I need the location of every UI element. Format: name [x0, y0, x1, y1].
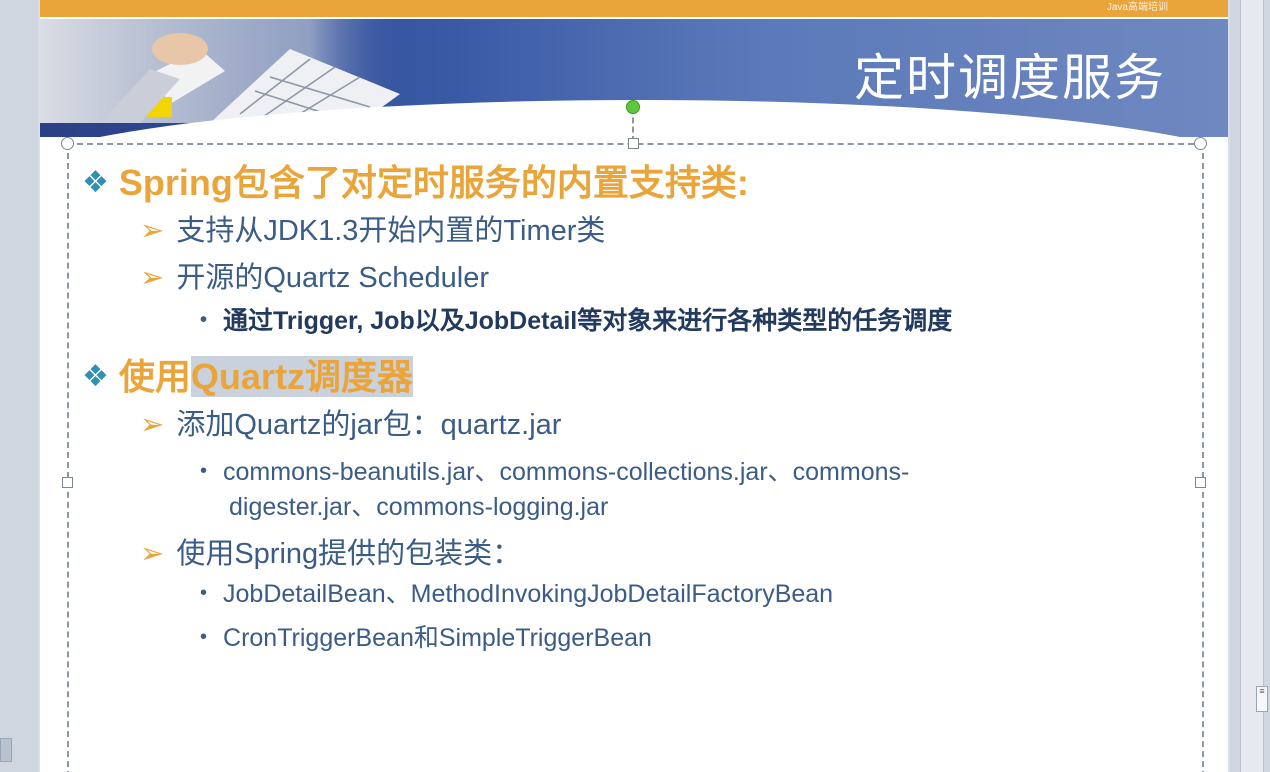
resize-handle-right[interactable]	[1195, 477, 1206, 488]
list-item[interactable]: ➢ 添加Quartz的jar包：quartz.jar	[140, 401, 561, 443]
dot-icon: •	[200, 309, 208, 331]
arrow-right-icon: ➢	[140, 409, 165, 441]
rotation-handle[interactable]	[626, 100, 640, 114]
list-item[interactable]: ➢ 使用Spring提供的包装类：	[140, 530, 521, 572]
resize-handle-left[interactable]	[62, 477, 73, 488]
dot-icon: •	[200, 460, 208, 482]
keyboard-photo-icon	[40, 19, 400, 123]
list-subitem[interactable]: • 通过Trigger, Job以及JobDetail等对象来进行各种类型的任务调…	[200, 301, 952, 337]
slide-top-bar: Java高端培训	[40, 0, 1228, 17]
heading-spring-support[interactable]: ❖ Spring包含了对定时服务的内置支持类:	[82, 154, 749, 206]
list-item[interactable]: ➢ 支持从JDK1.3开始内置的Timer类	[140, 207, 605, 249]
left-scroll-marker[interactable]	[0, 738, 12, 762]
list-subitem[interactable]: • JobDetailBean、MethodInvokingJobDetailFa…	[200, 574, 833, 610]
slide-canvas[interactable]: Java高端培训 定时调度服务 ❖ Spring包含了对定时服务的内置支持类: …	[40, 0, 1228, 772]
list-subitem-continued[interactable]: digester.jar、commons-logging.jar	[229, 487, 608, 523]
slide-title[interactable]: 定时调度服务	[854, 38, 1166, 110]
resize-handle-top[interactable]	[628, 138, 639, 149]
list-item[interactable]: ➢ 开源的Quartz Scheduler	[140, 254, 489, 296]
right-panel: ≡	[1230, 0, 1270, 772]
selected-text-highlight[interactable]: Quartz调度器	[190, 356, 413, 397]
scroll-grip-icon[interactable]: ≡	[1256, 686, 1268, 712]
heading-use-quartz[interactable]: ❖ 使用Quartz调度器	[82, 348, 413, 400]
diamond-cluster-icon: ❖	[82, 166, 109, 199]
list-subitem[interactable]: • CronTriggerBean和SimpleTriggerBean	[200, 618, 652, 654]
list-subitem[interactable]: • commons-beanutils.jar、commons-collectio…	[200, 452, 909, 488]
dot-icon: •	[200, 626, 208, 648]
arrow-right-icon: ➢	[140, 215, 165, 247]
vertical-scrollbar[interactable]	[1240, 0, 1264, 772]
corner-brand-text: Java高端培训	[1106, 2, 1168, 13]
arrow-right-icon: ➢	[140, 538, 165, 570]
resize-handle-top-left[interactable]	[61, 137, 74, 150]
diamond-cluster-icon: ❖	[82, 360, 109, 393]
resize-handle-top-right[interactable]	[1194, 137, 1207, 150]
left-panel	[0, 0, 38, 772]
dot-icon: •	[200, 582, 208, 604]
arrow-right-icon: ➢	[140, 262, 165, 294]
